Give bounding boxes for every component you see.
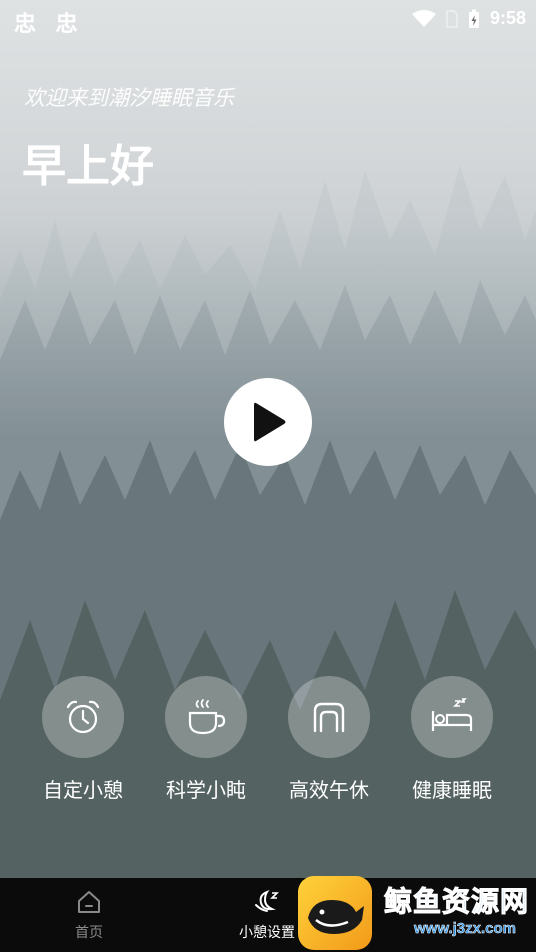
no-sim-icon	[446, 9, 458, 28]
clock: 9:58	[489, 8, 526, 28]
watermark-url: www.j3zx.com	[414, 920, 516, 938]
feature-label: 科学小盹	[166, 778, 246, 802]
home-screen: 忠 忠 9:58 欢迎来到潮汐睡眠音乐 早上好 自定小憩 科学小盹 高效午休 健…	[0, 0, 536, 878]
feature-circle[interactable]	[411, 676, 493, 758]
status-right: 9:58	[411, 8, 526, 29]
feature-efficient-lunch-break[interactable]: 高效午休	[269, 676, 389, 803]
feature-circle[interactable]	[42, 676, 124, 758]
status-bar: 忠 忠 9:58	[0, 0, 536, 40]
wifi-icon	[411, 9, 436, 27]
greeting-title: 早上好	[22, 141, 154, 192]
feature-row: 自定小憩 科学小盹 高效午休 健康睡眠	[0, 676, 536, 806]
feature-label: 健康睡眠	[412, 778, 492, 802]
alarm-clock-icon	[66, 700, 100, 734]
feature-science-nap[interactable]: 科学小盹	[146, 676, 266, 803]
feature-circle[interactable]	[165, 676, 247, 758]
pillow-icon	[313, 702, 345, 733]
moon-nap-icon	[255, 889, 279, 912]
play-button[interactable]	[224, 378, 312, 466]
tab-home[interactable]: 首页	[44, 888, 134, 942]
feature-label: 自定小憩	[43, 778, 123, 802]
feature-circle[interactable]	[288, 676, 370, 758]
battery-charging-icon	[468, 9, 479, 28]
feature-healthy-sleep[interactable]: 健康睡眠	[392, 676, 512, 803]
coffee-cup-icon	[188, 699, 226, 735]
whale-logo	[298, 876, 372, 950]
notification-icons: 忠 忠	[14, 12, 84, 37]
play-icon	[254, 402, 286, 442]
watermark-title: 鲸鱼资源网	[383, 885, 530, 919]
welcome-text: 欢迎来到潮汐睡眠音乐	[24, 86, 234, 110]
tab-label: 首页	[75, 925, 103, 941]
feature-custom-nap[interactable]: 自定小憩	[23, 676, 143, 803]
bed-sleep-icon	[431, 698, 473, 731]
home-icon	[78, 891, 100, 913]
watermark-overlay: 鲸鱼资源网 www.j3zx.com	[298, 868, 536, 952]
feature-label: 高效午休	[289, 778, 369, 802]
whale-icon	[308, 900, 364, 934]
